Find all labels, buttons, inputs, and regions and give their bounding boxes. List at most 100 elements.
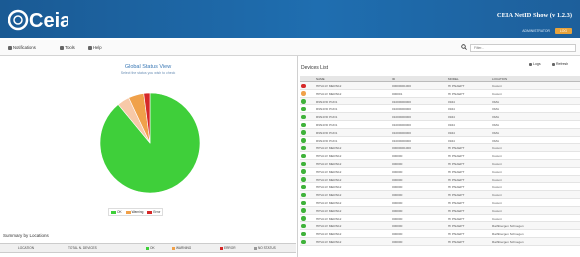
status-ok-icon [301,216,306,221]
table-row[interactable]: HPVA1V MERN12 000000 HI PNAEPT Cucuni [300,215,580,223]
summary-col-ok[interactable]: OK [146,246,155,250]
legend-swatch [147,210,153,214]
status-ok-icon [301,130,306,135]
status-ok-icon [301,99,306,104]
panel-divider[interactable] [297,56,298,257]
cell-name: HPVA1V MERN12 [316,200,342,205]
app-title: CEIA NetID Show (v 1.2.3) [496,12,572,19]
table-row[interactable]: R9N4VD PUD1 01000000000 0944 OMA [300,137,580,145]
status-pie-chart[interactable] [60,80,240,210]
refresh-button[interactable]: Refresh [552,62,568,66]
col-header-name[interactable]: NAME [316,77,325,81]
table-row[interactable]: HPVA1V MERN12 000001 HI PNAEPT Cucuni [300,90,580,98]
status-ok-icon [301,169,306,174]
search-input[interactable] [470,44,576,52]
table-row[interactable]: HPVA1V MERN12 000000 HI PNAEPT Rathbiergen … [300,237,580,246]
cell-model: HI PNAEPT [448,224,465,229]
table-row[interactable]: HPVA1V MERN12 000000 HI PNAEPT Cucuni [300,175,580,184]
cell-id: 000000 [392,193,403,198]
table-row[interactable]: HPVA1V MERN12 000000 HI PNAEPT Cucuni [300,168,580,176]
cell-name: HPVA1V MERN12 [316,169,342,174]
table-row[interactable]: R9N4VD PUD1 01000000000 0944 OMA [300,97,580,106]
cell-location: Cucuni [492,200,502,205]
cell-id: 000000 [392,177,403,182]
cell-model: HI PNAEPT [448,232,465,237]
devices-list-title: Devices List [301,65,328,71]
legend-item-warning[interactable]: Warning [125,210,143,214]
cell-id: 000000 [392,208,403,213]
chart-title: Global Status View [124,64,172,70]
cell-id: 01000000000 [392,122,411,127]
help-menu[interactable]: Help [88,45,102,50]
cell-name: HPVA1V MERN12 [316,146,342,151]
table-row[interactable]: HPVA1V MERN12 000000 HI PNAEPT Cucuni [300,183,580,192]
summary-col-location[interactable]: LOCATION [18,246,34,250]
tools-menu[interactable]: Tools [60,45,75,50]
table-row[interactable]: HPVA1V MERN12 00000001000 HI PNAEPT Cucuni [300,144,580,153]
cell-location: OMA [492,122,500,127]
search-icon[interactable] [461,44,467,50]
cell-id: 00000001000 [392,146,411,151]
col-header-location[interactable]: LOCATION [492,77,507,81]
toolbar: Notifications Tools Help [0,40,580,56]
legend-item-ok[interactable]: OK [111,210,122,214]
table-row[interactable]: R9N4VD PUD1 01000000000 0944 OMA [300,121,580,129]
table-row[interactable]: HPVA1V MERN12 00000001000 HI PNAEPT Cucuni [300,82,580,90]
logs-button[interactable]: Logs [529,62,541,66]
table-row[interactable]: HPVA1V MERN12 000000 HI PNAEPT Cucuni [300,199,580,207]
notifications-menu[interactable]: Notifications [8,45,36,50]
summary-col-label: NO STATUS [258,246,276,250]
logout-button[interactable]: LOG [555,28,572,34]
summary-col-nostatus[interactable]: NO STATUS [254,246,276,250]
ceia-logo: Ceia [8,9,68,32]
cell-model: HI PNAEPT [448,177,465,182]
cell-model: HI PNAEPT [448,91,465,96]
summary-header-bar: LOCATION TOTAL N. DEVICES OK WARNING ERR… [0,243,296,253]
chart-subtitle: Select the status you wish to check [120,71,176,75]
cell-model: HI PNAEPT [448,239,465,244]
status-ok-icon [301,161,306,167]
cell-model: HI PNAEPT [448,161,465,166]
table-row[interactable]: HPVA1V MERN12 000000 HI PNAEPT Cucuni [300,159,580,168]
cell-name: HPVA1V MERN12 [316,161,342,166]
cell-model: HI PNAEPT [448,193,465,198]
table-row[interactable]: R9N4VD PUD1 01000000000 0944 OMA [300,128,580,137]
cell-location: OMA [492,115,500,120]
summary-title: Summary by Locations [3,233,49,238]
legend-item-error[interactable]: Error [147,210,160,214]
col-header-id[interactable]: ID [392,77,395,81]
summary-col-error[interactable]: ERROR [220,246,236,250]
table-row[interactable]: HPVA1V MERN12 000000 HI PNAEPT Cucuni [300,206,580,215]
status-ok-icon [301,122,306,128]
table-row[interactable]: HPVA1V MERN12 000000 HI PNAEPT Cucuni [300,191,580,199]
table-row[interactable]: R9N4VD PUD1 01000000000 0944 OMA [300,105,580,114]
cell-id: 000000 [392,216,403,221]
cell-name: HPVA1V MERN12 [316,193,342,198]
summary-col-label: TOTAL N. DEVICES [68,246,97,250]
cell-model: 0944 [448,115,455,120]
cell-location: Rathbiergen Schnegen [492,239,524,244]
table-row[interactable]: HPVA1V MERN12 000000 HI PNAEPT Rathbiergen … [300,222,580,231]
cell-name: HPVA1V MERN12 [316,208,342,213]
summary-col-label: ERROR [224,246,236,250]
summary-col-warning[interactable]: WARNING [172,246,191,250]
cell-location: Cucuni [492,177,502,182]
table-row[interactable]: HPVA1V MERN12 000000 HI PNAEPT Cucuni [300,152,580,160]
table-row[interactable]: R9N4VD PUD1 01000000000 0944 OMA [300,113,580,121]
cell-location: OMA [492,130,500,135]
cell-location: Rathbiergen Schnegen [492,232,524,237]
summary-col-total[interactable]: TOTAL N. DEVICES [68,246,97,250]
summary-col-label: WARNING [176,246,192,250]
cell-name: HPVA1V MERN12 [316,84,342,88]
cell-location: Cucuni [492,161,502,166]
cell-name: HPVA1V MERN12 [316,185,342,190]
cell-location: OMA [492,107,500,112]
status-ok-icon [301,145,306,151]
cell-location: OMA [492,138,500,143]
summary-col-label: LOCATION [18,246,35,250]
col-header-model[interactable]: MODEL [448,77,459,81]
cell-name: HPVA1V MERN12 [316,224,342,229]
cell-id: 000000 [392,200,403,205]
chart-legend: OK Warning Error [108,208,164,216]
table-row[interactable]: HPVA1V MERN12 000000 HI PNAEPT Rathbiergen … [300,230,580,238]
